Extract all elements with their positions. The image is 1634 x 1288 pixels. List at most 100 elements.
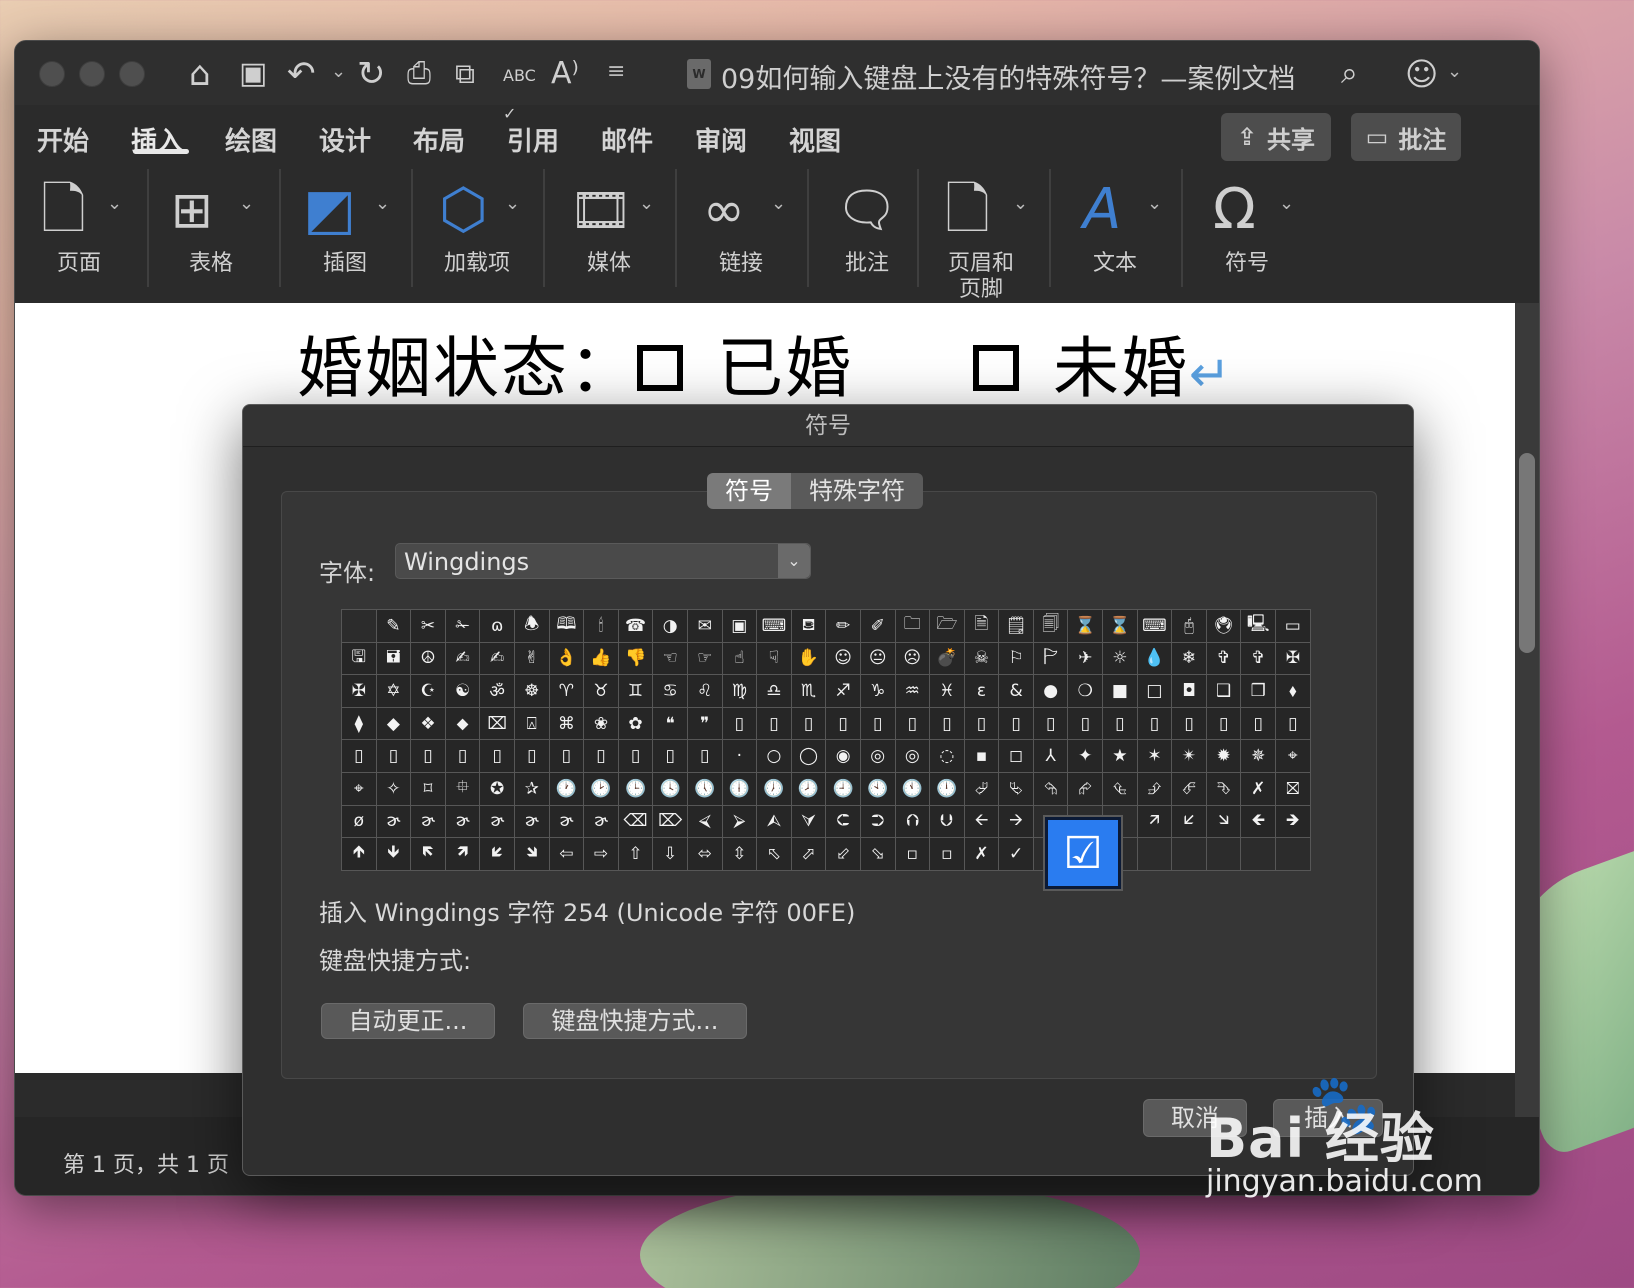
symbol-cell[interactable]: ✠ <box>1276 642 1311 676</box>
symbol-cell[interactable]: ◑ <box>653 610 688 643</box>
redo-icon[interactable]: ↻ <box>357 55 386 93</box>
symbol-cell[interactable]: ▯ <box>1103 707 1138 741</box>
symbol-cell[interactable]: ⇦ <box>549 838 585 871</box>
symbol-cell[interactable]: ✌ <box>514 642 550 676</box>
symbol-cell[interactable]: ◻ <box>999 740 1034 773</box>
symbol-cell[interactable]: ■ <box>1103 675 1138 708</box>
symbol-cell[interactable]: ▯ <box>1172 707 1207 741</box>
symbol-cell[interactable]: ◎ <box>895 740 931 773</box>
symbol-cell[interactable]: 🕕 <box>722 772 758 806</box>
symbol-cell[interactable]: ☞ <box>687 642 723 676</box>
symbol-cell[interactable]: ❄ <box>1172 642 1207 676</box>
symbol-cell[interactable]: 🖬 <box>376 642 412 676</box>
symbol-cell[interactable]: ⮋ <box>930 805 965 839</box>
symbol-cell[interactable]: ⮶ <box>1172 772 1207 806</box>
symbol-cell[interactable]: ▯ <box>480 740 515 773</box>
symbol-cell[interactable]: ✹ <box>1206 740 1242 773</box>
symbol-cell[interactable]: ☯ <box>445 675 481 708</box>
symbol-cell[interactable]: ♐ <box>826 675 861 708</box>
symbol-cell[interactable]: ɚ <box>514 805 550 839</box>
symbol-cell[interactable]: ⬥ <box>445 707 481 741</box>
symbol-cell[interactable]: 🡾 <box>514 838 550 871</box>
symbol-cell[interactable]: ▯ <box>618 740 654 773</box>
symbol-grid[interactable]: ✎ ✂ ✁ ɷ 🕭 🕮 🕯 ☎ ◑ ✉ ▣ ⌨ ⛾ ✏ ✐ 🗀 🗁 🗎 🗒 🗐 ⌛ ⌛ ⌨ 🖰 🖲 🖳 ▭ 🖫 🖬 ☮ ✍ ✍ ✌ 👌 👍 👎 ☜ ☞ ☝ ☟… <box>341 609 1311 871</box>
zoom-window-button[interactable] <box>119 61 145 87</box>
tab-symbols[interactable]: 符号 <box>707 473 791 509</box>
symbol-cell[interactable]: 🡯 <box>1172 805 1207 839</box>
symbol-cell[interactable]: ☠ <box>964 642 1000 676</box>
symbol-cell[interactable]: ❝ <box>653 707 688 741</box>
symbol-cell[interactable]: ⌑ <box>411 772 446 806</box>
symbol-cell[interactable]: 🡨 <box>964 805 1000 839</box>
symbol-cell[interactable]: ▯ <box>1206 707 1242 741</box>
symbol-cell[interactable]: ▯ <box>342 740 377 773</box>
symbol-cell[interactable]: 🖰 <box>1172 610 1207 643</box>
symbol-cell[interactable]: 🕙 <box>860 772 896 806</box>
tab-design[interactable]: 设计 <box>319 121 371 158</box>
symbol-cell[interactable]: ⬁ <box>757 838 792 871</box>
symbol-cell[interactable]: ɚ <box>376 805 412 839</box>
symbol-cell[interactable]: ◘ <box>1172 675 1207 708</box>
symbol-cell[interactable]: ⮈ <box>826 805 861 839</box>
symbol-cell[interactable]: ◉ <box>826 740 861 773</box>
symbol-cell[interactable]: ★ <box>1103 740 1138 773</box>
symbol-cell[interactable]: ❀ <box>584 707 619 741</box>
symbol-cell[interactable]: ⮙ <box>757 805 792 839</box>
symbol-cell[interactable]: ▯ <box>445 740 481 773</box>
symbol-cell[interactable]: 🡺 <box>1276 805 1311 839</box>
symbol-cell[interactable]: ⧫ <box>342 707 377 741</box>
symbol-cell[interactable]: ɚ <box>584 805 619 839</box>
symbol-cell[interactable]: 🕯 <box>584 610 619 643</box>
symbol-cell[interactable]: ▯ <box>964 707 1000 741</box>
symbol-cell[interactable] <box>1276 838 1311 871</box>
symbol-cell[interactable]: 🡭 <box>1137 805 1173 839</box>
symbol-cell[interactable]: ⛝ <box>1276 772 1311 806</box>
symbol-cell[interactable]: ▯ <box>757 707 792 741</box>
symbol-cell[interactable]: ⌛ <box>1068 610 1104 643</box>
symbol-cell[interactable]: ▯ <box>687 740 723 773</box>
symbol-cell[interactable]: ⮘ <box>687 805 723 839</box>
symbol-cell[interactable]: ⌫ <box>618 805 654 839</box>
symbol-cell[interactable]: ▯ <box>584 740 619 773</box>
undo-dropdown-chevron-icon[interactable]: ⌄ <box>331 61 346 82</box>
symbol-cell[interactable]: ♏ <box>791 675 827 708</box>
symbol-cell[interactable]: ❍ <box>1068 675 1104 708</box>
symbol-cell[interactable]: ✏ <box>826 610 861 643</box>
symbol-cell[interactable]: ⇳ <box>722 838 758 871</box>
symbol-cell[interactable]: 🕔 <box>687 772 723 806</box>
symbol-cell[interactable]: ⬂ <box>860 838 896 871</box>
symbol-cell[interactable]: ⌧ <box>480 707 515 741</box>
symbol-cell[interactable]: ⮵ <box>1137 772 1173 806</box>
symbol-cell[interactable]: 🡸 <box>1241 805 1277 839</box>
save-icon[interactable]: ▣ <box>239 55 267 93</box>
symbol-cell[interactable]: · <box>722 740 758 773</box>
symbol-cell[interactable]: ❞ <box>687 707 723 741</box>
symbol-cell[interactable]: ▯ <box>791 707 827 741</box>
symbol-cell[interactable] <box>1206 838 1242 871</box>
symbol-cell[interactable]: ⮚ <box>722 805 758 839</box>
symbol-cell[interactable]: ✈ <box>1068 642 1104 676</box>
symbol-cell[interactable]: 🕖 <box>757 772 792 806</box>
symbol-cell[interactable]: 👌 <box>549 642 585 676</box>
symbol-cell[interactable]: ♈ <box>549 675 585 708</box>
symbol-cell[interactable]: ✍ <box>480 642 515 676</box>
symbol-cell[interactable]: ▯ <box>999 707 1034 741</box>
symbol-cell[interactable]: ✧ <box>376 772 412 806</box>
symbol-cell[interactable]: ⬧ <box>1276 675 1311 708</box>
symbol-cell[interactable]: ɚ <box>411 805 446 839</box>
symbol-cell[interactable]: ☝ <box>722 642 758 676</box>
symbol-cell[interactable]: ✦ <box>1068 740 1104 773</box>
customize-toolbar-icon[interactable]: ≡ <box>607 59 625 84</box>
symbol-cell[interactable]: ✠ <box>342 675 377 708</box>
symbol-cell[interactable]: ☮ <box>411 642 446 676</box>
symbol-cell[interactable]: 🗎 <box>964 610 1000 643</box>
symbol-cell[interactable]: 🡮 <box>1206 805 1242 839</box>
symbol-cell[interactable]: ◯ <box>791 740 827 773</box>
symbol-cell[interactable]: ◎ <box>860 740 896 773</box>
symbol-cell[interactable]: ▯ <box>549 740 585 773</box>
symbol-cell[interactable]: ⮴ <box>1103 772 1138 806</box>
symbol-cell[interactable]: ☟ <box>757 642 792 676</box>
symbol-cell[interactable]: 🡿 <box>480 838 515 871</box>
symbol-cell[interactable]: 🗒 <box>999 610 1034 643</box>
symbol-cell[interactable]: ● <box>1033 675 1069 708</box>
